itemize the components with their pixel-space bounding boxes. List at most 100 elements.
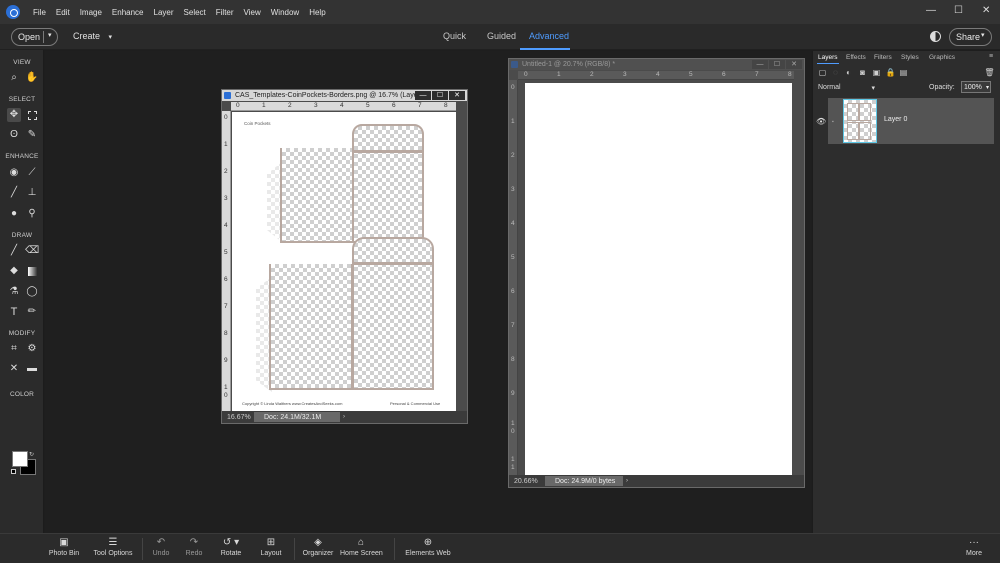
pencil-tool-icon[interactable]: ✏	[25, 305, 39, 319]
type-tool-icon[interactable]: T	[7, 305, 21, 319]
gradient-tool-icon[interactable]	[25, 264, 39, 278]
zoom-level[interactable]: 20.66%	[509, 478, 545, 485]
default-colors-icon[interactable]	[11, 469, 16, 474]
ellipse-shape-tool-icon[interactable]: ◯	[25, 285, 39, 299]
menu-layer[interactable]: Layer	[149, 8, 179, 17]
tab-advanced[interactable]: Advanced	[529, 31, 569, 41]
red-eye-tool-icon[interactable]: ◉	[7, 166, 21, 180]
tab-layers[interactable]: Layers	[818, 54, 838, 61]
rotate-button[interactable]: ↺ ▾ Rotate	[218, 536, 244, 557]
paint-bucket-tool-icon[interactable]: ◆	[7, 264, 21, 278]
straighten-tool-icon[interactable]: ▬	[25, 362, 39, 376]
document-canvas[interactable]: Coin Pockets Copyright © Linda Walthers …	[232, 112, 456, 411]
panel-menu-icon[interactable]: ≡	[989, 53, 993, 60]
close-window-button[interactable]: ✕	[982, 5, 990, 16]
opacity-input[interactable]: 100% ▾	[961, 81, 991, 93]
maximize-window-button[interactable]: ☐	[954, 5, 963, 16]
more-button[interactable]: ··· More	[962, 536, 986, 557]
document-window-coin-pockets[interactable]: CAS_Templates-CoinPockets-Borders.png @ …	[221, 89, 468, 424]
blend-mode-select[interactable]: Normal ▾	[818, 82, 875, 93]
tab-styles[interactable]: Styles	[901, 54, 919, 61]
redo-button[interactable]: ↷ Redo	[184, 536, 204, 557]
home-screen-button[interactable]: ⌂ Home Screen	[340, 536, 383, 557]
open-dropdown-chevron-icon[interactable]: ▾	[48, 31, 52, 39]
organizer-button[interactable]: ◈ Organizer	[302, 536, 334, 557]
doc-minimize-button[interactable]: —	[752, 60, 768, 69]
lock-transparent-icon[interactable]: ▣	[872, 68, 881, 77]
doc-close-button[interactable]: ✕	[449, 91, 465, 100]
menu-view[interactable]: View	[239, 8, 266, 17]
menu-edit[interactable]: Edit	[51, 8, 75, 17]
undo-button[interactable]: ↶ Undo	[150, 536, 172, 557]
hand-tool-icon[interactable]: ✋	[25, 71, 39, 85]
doc-maximize-button[interactable]: ☐	[432, 91, 448, 100]
vertical-scrollbar[interactable]	[793, 80, 804, 476]
layout-button[interactable]: ⊞ Layout	[258, 536, 284, 557]
status-arrow-icon[interactable]: ›	[343, 414, 345, 420]
sponge-tool-icon[interactable]: ⚲	[25, 207, 39, 221]
menu-window[interactable]: Window	[266, 8, 304, 17]
document-size-info[interactable]: Doc: 24.9M/0 bytes	[545, 476, 623, 486]
crop-tool-icon[interactable]: ⌗	[7, 342, 21, 356]
elements-web-button[interactable]: ⊕ Elements Web	[405, 536, 451, 557]
document-canvas[interactable]	[525, 83, 792, 476]
foreground-color-swatch[interactable]	[12, 451, 28, 467]
layer-row[interactable]: ▪ Layer 0	[828, 98, 994, 144]
quick-selection-tool-icon[interactable]: ✎	[25, 128, 39, 142]
create-button[interactable]: Create ▾	[73, 31, 112, 41]
clone-stamp-tool-icon[interactable]: ⊥	[25, 186, 39, 200]
content-aware-move-tool-icon[interactable]: ✕	[7, 362, 21, 376]
delete-layer-icon[interactable]: 🗑	[984, 68, 994, 77]
tab-graphics[interactable]: Graphics	[929, 54, 955, 61]
zoom-tool-icon[interactable]: ⌕	[7, 71, 21, 85]
menu-filter[interactable]: Filter	[211, 8, 239, 17]
document-title-bar[interactable]: Untitled-1 @ 20.7% (RGB/8) * — ☐ ✕	[509, 59, 804, 70]
layer-thumbnail[interactable]	[843, 99, 877, 143]
brush-tool-icon[interactable]: ╱	[7, 244, 21, 258]
healing-brush-tool-icon[interactable]: ⟋	[25, 166, 39, 180]
move-tool-icon[interactable]: ✥	[7, 108, 21, 122]
lock-all-icon[interactable]: 🔒	[886, 68, 896, 77]
menu-file[interactable]: File	[28, 8, 51, 17]
adjustment-layer-icon[interactable]: ◐	[844, 68, 853, 77]
minimize-window-button[interactable]: —	[926, 5, 936, 16]
doc-close-button[interactable]: ✕	[786, 60, 802, 69]
open-button[interactable]: Open ▾	[11, 28, 58, 46]
document-title-bar[interactable]: CAS_Templates-CoinPockets-Borders.png @ …	[222, 90, 467, 101]
new-layer-icon[interactable]: ▢	[818, 68, 827, 77]
status-arrow-icon[interactable]: ›	[626, 478, 628, 484]
menu-image[interactable]: Image	[75, 8, 107, 17]
tab-filters[interactable]: Filters	[874, 54, 892, 61]
smart-brush-tool-icon[interactable]: ╱	[7, 186, 21, 200]
menu-select[interactable]: Select	[179, 8, 211, 17]
layer-name[interactable]: Layer 0	[884, 116, 907, 123]
tab-guided[interactable]: Guided	[487, 31, 516, 41]
eyedropper-tool-icon[interactable]: ⚗	[7, 285, 21, 299]
new-group-icon[interactable]: ◌	[831, 68, 840, 77]
template-header-label: Coin Pockets	[244, 121, 271, 126]
layer-visibility-eye-icon[interactable]: 👁	[816, 117, 826, 126]
tab-quick[interactable]: Quick	[443, 31, 466, 41]
ruler-tick-label: 6	[511, 288, 515, 295]
menu-help[interactable]: Help	[304, 8, 330, 17]
doc-maximize-button[interactable]: ☐	[769, 60, 785, 69]
lasso-tool-icon[interactable]: ʘ	[7, 128, 21, 142]
doc-minimize-button[interactable]: —	[415, 91, 431, 100]
eraser-tool-icon[interactable]: ⌫	[25, 244, 39, 258]
menu-enhance[interactable]: Enhance	[107, 8, 149, 17]
document-size-info[interactable]: Doc: 24.1M/32.1M	[254, 412, 340, 422]
share-button[interactable]: Share ▾	[949, 28, 992, 46]
recompose-tool-icon[interactable]: ⚙	[25, 342, 39, 356]
swap-colors-icon[interactable]: ↻	[29, 451, 34, 458]
zoom-level[interactable]: 16.67%	[222, 414, 254, 421]
theme-toggle-icon[interactable]	[930, 31, 941, 42]
layer-mask-icon[interactable]: ◙	[858, 68, 867, 77]
marquee-tool-icon[interactable]	[25, 108, 39, 122]
lock-position-icon[interactable]: ▤	[899, 68, 908, 77]
photo-bin-button[interactable]: ▣ Photo Bin	[47, 536, 81, 557]
tab-effects[interactable]: Effects	[846, 54, 866, 61]
vertical-scrollbar[interactable]	[456, 112, 467, 411]
blur-tool-icon[interactable]: ●	[7, 207, 21, 221]
document-window-untitled[interactable]: Untitled-1 @ 20.7% (RGB/8) * — ☐ ✕ 0 1 2…	[508, 58, 805, 488]
tool-options-button[interactable]: ☰ Tool Options	[93, 536, 133, 557]
